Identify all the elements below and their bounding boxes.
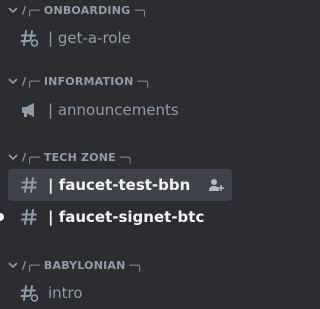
category-onboarding[interactable]: /╭─ ONBOARDING ─╮: [6, 2, 148, 18]
hash-with-thread-icon: [19, 283, 39, 303]
category-tech-zone[interactable]: /╭─ TECH ZONE ─╮: [6, 149, 134, 165]
channel-name: intro: [48, 284, 83, 302]
category-label: /╭─ BABYLONIAN ─╮: [22, 258, 144, 272]
channel-name: | faucet-signet-btc: [48, 208, 205, 226]
channel-sidebar: /╭─ ONBOARDING ─╮ | get-a-role /╭─ INFOR…: [0, 0, 249, 309]
chevron-down-icon: [8, 154, 18, 161]
category-label: /╭─ ONBOARDING ─╮: [22, 3, 149, 17]
category-label: /╭─ INFORMATION ─╮: [22, 74, 152, 88]
hash-with-thread-icon: [19, 28, 39, 48]
hash-icon: [19, 175, 39, 195]
channel-name: | get-a-role: [48, 29, 131, 47]
channel-faucet-test-bbn[interactable]: | faucet-test-bbn: [8, 169, 232, 201]
chevron-down-icon: [8, 78, 18, 85]
category-label: /╭─ TECH ZONE ─╮: [22, 150, 134, 164]
category-babylonian[interactable]: /╭─ BABYLONIAN ─╮: [6, 257, 143, 273]
channel-get-a-role[interactable]: | get-a-role: [8, 22, 232, 54]
unread-indicator: [0, 213, 4, 221]
chevron-down-icon: [8, 7, 18, 14]
channel-faucet-signet-btc[interactable]: | faucet-signet-btc: [8, 201, 232, 233]
channel-announcements[interactable]: | announcements: [8, 94, 232, 126]
megaphone-icon: [19, 100, 39, 120]
add-member-icon[interactable]: [208, 177, 224, 193]
hash-icon: [19, 207, 39, 227]
chevron-down-icon: [8, 262, 18, 269]
channel-name: | announcements: [48, 101, 179, 119]
channel-intro[interactable]: intro: [8, 277, 232, 309]
channel-name: | faucet-test-bbn: [48, 176, 191, 194]
category-information[interactable]: /╭─ INFORMATION ─╮: [6, 73, 151, 89]
